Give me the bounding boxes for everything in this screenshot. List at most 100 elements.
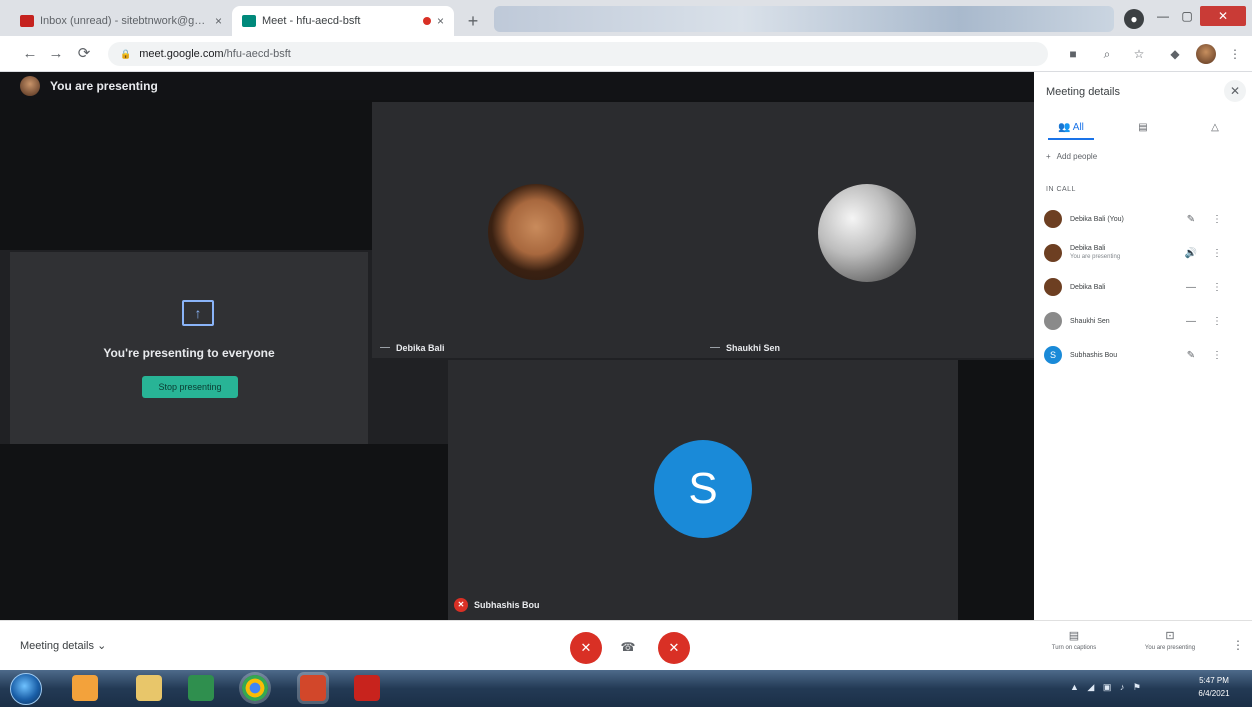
close-tab-icon[interactable]: × [437,14,444,28]
speaker-icon[interactable]: 🔊 [1182,248,1200,259]
in-call-section-label: IN CALL [1046,186,1076,193]
panel-title: Meeting details [1046,86,1120,98]
tab-people[interactable]: 👥 All [1048,116,1094,140]
tab-chat[interactable]: ▤ [1128,116,1158,140]
mic-level-icon[interactable]: — [1182,316,1200,327]
mic-level-icon[interactable]: — [1182,282,1200,293]
participant-row-name-text: Shaukhi Sen [1070,317,1110,325]
add-people-button[interactable]: + Add people [1046,152,1097,161]
file-explorer-app[interactable] [136,675,162,701]
system-tray[interactable]: ▲ ◢ ▣ ♪ ⚑ [1070,682,1144,693]
powerpoint-app[interactable] [300,675,326,701]
more-options-icon[interactable]: ⋮ [1232,638,1244,652]
mic-icon: — [380,342,390,353]
participant-row-name: Debika Bali (You) [1070,215,1174,224]
more-options-icon[interactable]: ⋮ [1208,248,1226,259]
browser-tab-strip: Inbox (unread) - sitebtnwork@gmail.com ×… [0,0,1252,36]
meeting-details-button[interactable]: Meeting details ⌄ [20,639,106,652]
leave-call-button[interactable]: ☎ [617,638,639,656]
presentation-tile: ↑ You're presenting to everyone Stop pre… [10,252,368,444]
url-host: meet.google.com [139,48,224,60]
captions-button[interactable]: ▤ Turn on captions [1034,629,1114,651]
clock-date: 6/4/2021 [1198,689,1230,698]
presenting-message: You're presenting to everyone [103,346,275,360]
participant-row[interactable]: Debika Bali (You) ✎ ⋮ [1044,206,1244,232]
reload-button[interactable]: ⟳ [74,44,94,64]
excel-app[interactable] [188,675,214,701]
forward-button[interactable]: → [46,44,66,64]
new-tab-button[interactable]: + [462,10,484,32]
participant-tile[interactable]: — Shaukhi Sen [702,102,1034,358]
url-text: meet.google.com/hfu-aecd-bsft [139,48,291,60]
presenting-button[interactable]: ⊡ You are presenting [1130,629,1210,651]
participant-row-name: Shaukhi Sen [1070,317,1174,326]
profile-avatar[interactable] [1196,44,1216,64]
extensions-icon[interactable]: ◆ [1166,45,1184,63]
participant-tile[interactable]: — Debika Bali [372,102,702,358]
call-controls-bar: Meeting details ⌄ ✕ ☎ ✕ ▤ Turn on captio… [0,620,1252,670]
background-block [0,444,448,620]
more-options-icon[interactable]: ⋮ [1208,350,1226,361]
background-block [0,100,372,250]
participant-row-name-text: Subhashis Bou [1070,351,1118,359]
tab-strip-background [494,6,1114,32]
windows-taskbar: ▲ ◢ ▣ ♪ ⚑ 5:47 PM 6/4/2021 [0,670,1252,707]
add-person-icon: + [1046,152,1051,161]
present-screen-icon: ↑ [182,300,214,326]
mic-off-icon: ✕ [454,598,468,612]
background-block [958,360,1034,620]
minimize-button[interactable]: — [1152,6,1174,26]
back-button[interactable]: ← [20,44,40,64]
people-icon: 👥 [1058,122,1071,133]
meeting-details-label: Meeting details [20,640,94,652]
camera-toggle-button[interactable]: ✕ [658,632,690,664]
mic-toggle-button[interactable]: ✕ [570,632,602,664]
pin-icon[interactable]: ✎ [1182,214,1200,225]
window-close-button[interactable]: ✕ [1200,6,1246,26]
camera-icon[interactable]: ■ [1064,45,1082,63]
participant-row[interactable]: Debika Bali — ⋮ [1044,274,1244,300]
pin-icon[interactable]: ✎ [1182,350,1200,361]
participant-row-name: Debika Bali [1070,283,1174,292]
meet-favicon-icon [242,15,256,27]
participant-row[interactable]: S Subhashis Bou ✎ ⋮ [1044,342,1244,368]
start-button[interactable] [10,673,42,705]
participant-name: Subhashis Bou [474,600,540,610]
tab-title: Meet - hfu-aecd-bsft [262,15,361,27]
media-player-app[interactable] [72,675,98,701]
acrobat-app[interactable] [354,675,380,701]
zoom-icon[interactable]: ⌕ [1098,45,1116,63]
participant-row[interactable]: Shaukhi Sen — ⋮ [1044,308,1244,334]
presenting-banner: You are presenting [0,72,1034,100]
presenting-banner-text: You are presenting [50,79,158,93]
maximize-button[interactable]: ▢ [1176,6,1198,26]
chat-icon: ▤ [1138,122,1148,133]
participant-row[interactable]: Debika Bali You are presenting 🔊 ⋮ [1044,240,1244,266]
more-options-icon[interactable]: ⋮ [1208,282,1226,293]
address-bar[interactable]: 🔒 meet.google.com/hfu-aecd-bsft [108,42,1048,66]
tab-activities[interactable]: △ [1200,116,1230,140]
clock-time: 5:47 PM [1199,676,1229,685]
tab-meet[interactable]: Meet - hfu-aecd-bsft × [232,6,454,36]
presenter-avatar [20,76,40,96]
stop-presenting-button[interactable]: Stop presenting [142,376,238,398]
url-path: /hfu-aecd-bsft [223,48,291,60]
meeting-details-panel: Meeting details ✕ 👥 All ▤ △ + Add people… [1034,72,1252,620]
close-panel-button[interactable]: ✕ [1224,80,1246,102]
screen: Inbox (unread) - sitebtnwork@gmail.com ×… [0,0,1252,707]
lock-icon: 🔒 [120,48,132,59]
chrome-app[interactable] [242,675,268,701]
close-tab-icon[interactable]: × [215,14,222,28]
participant-row-name: Subhashis Bou [1070,351,1174,360]
participant-photo [818,184,916,282]
recording-dot-icon [422,17,431,25]
gmail-favicon-icon [20,15,34,27]
more-options-icon[interactable]: ⋮ [1208,316,1226,327]
menu-icon[interactable]: ⋮ [1226,45,1244,63]
clock[interactable]: 5:47 PM 6/4/2021 [1184,674,1244,700]
more-options-icon[interactable]: ⋮ [1208,214,1226,225]
tab-title: Inbox (unread) - sitebtnwork@gmail.com [40,15,209,27]
tab-gmail[interactable]: Inbox (unread) - sitebtnwork@gmail.com × [10,6,232,36]
star-icon[interactable]: ☆ [1130,45,1148,63]
profile-chip-icon[interactable]: ● [1124,9,1144,29]
